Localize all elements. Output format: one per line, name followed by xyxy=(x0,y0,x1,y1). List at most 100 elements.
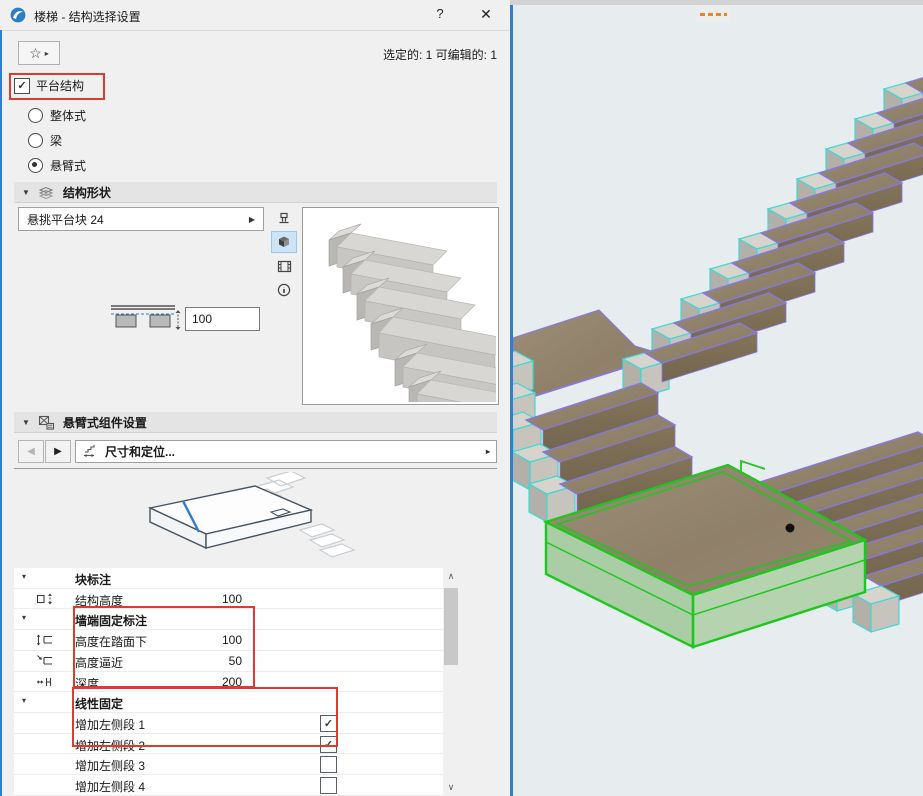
dialog-titlebar[interactable]: 楼梯 - 结构选择设置 ? ✕ xyxy=(0,0,510,31)
dialog-title: 楼梯 - 结构选择设置 xyxy=(34,8,141,25)
view-info-button[interactable] xyxy=(271,279,297,301)
flyout-arrow-icon: ▸ xyxy=(45,49,49,58)
height-approx-icon xyxy=(36,654,53,671)
stair-3d-scene xyxy=(513,5,923,796)
orange-dashes-icon xyxy=(700,13,727,16)
view-animation-button[interactable] xyxy=(271,255,297,277)
symbol-pin-icon xyxy=(277,211,291,225)
row-label: 线性固定 xyxy=(75,695,123,712)
expander-icon[interactable]: ▾ xyxy=(22,572,26,581)
panel-next-button[interactable]: ▶ xyxy=(45,440,71,463)
radio-label: 梁 xyxy=(50,132,62,149)
panel-selector-dropdown[interactable]: 尺寸和定位... ▸ xyxy=(75,440,497,463)
divider xyxy=(14,468,497,469)
archicad-logo-icon xyxy=(10,7,26,23)
landing-sketch xyxy=(95,472,375,566)
table-row[interactable]: ▾ 块标注 xyxy=(14,568,443,589)
platform-structure-label: 平台结构 xyxy=(36,77,84,94)
dropdown-arrow-icon: ▶ xyxy=(249,215,255,224)
platform-structure-row[interactable]: ✓ 平台结构 xyxy=(14,77,84,94)
row-label: 增加左侧段 2 xyxy=(75,737,145,754)
row-value[interactable]: 50 xyxy=(154,654,242,668)
selection-status: 选定的: 1 可编辑的: 1 xyxy=(383,46,497,63)
help-button[interactable]: ? xyxy=(428,6,452,24)
radio-label: 悬臂式 xyxy=(50,157,86,174)
expander-icon[interactable]: ▾ xyxy=(22,613,26,622)
row-label: 墙端固定标注 xyxy=(75,612,147,629)
table-row[interactable]: 结构高度 100 xyxy=(14,589,443,610)
structure-type-option[interactable]: 整体式 xyxy=(28,103,86,128)
stair-settings-dialog: 楼梯 - 结构选择设置 ? ✕ ☆ ▸ 选定的: 1 可编辑的: 1 ✓ 平台结… xyxy=(0,0,510,796)
structure-type-radiogroup: 整体式梁悬臂式 xyxy=(28,103,86,178)
panel-prev-button[interactable]: ◀ xyxy=(18,440,44,463)
structure-type-option[interactable]: 梁 xyxy=(28,128,86,153)
radio-button[interactable] xyxy=(28,108,43,123)
table-scrollbar[interactable]: ∧ ∨ xyxy=(443,568,459,796)
row-label: 深度 xyxy=(75,675,99,692)
radio-button[interactable] xyxy=(28,133,43,148)
panel-selector-arrow-icon: ▸ xyxy=(486,447,490,456)
scrollbar-thumb[interactable] xyxy=(444,588,458,665)
window-edge xyxy=(0,30,2,796)
row-label: 增加左侧段 4 xyxy=(75,778,145,795)
film-icon xyxy=(277,260,292,273)
radio-label: 整体式 xyxy=(50,107,86,124)
cube-3d-icon xyxy=(277,235,291,249)
table-row[interactable]: 高度在踏面下100 xyxy=(14,630,443,651)
radio-button[interactable] xyxy=(28,158,43,173)
app-root: { "window": { "title": "楼梯 - 结构选择设置", "h… xyxy=(0,0,923,796)
section-structure-shape[interactable]: ▼ 结构形状 xyxy=(14,182,497,203)
shape-stack-icon xyxy=(38,186,55,199)
collapse-icon: ▼ xyxy=(22,418,30,427)
collapse-icon: ▼ xyxy=(22,188,30,197)
preview-stair-image xyxy=(303,208,496,402)
hotspot-dot xyxy=(786,524,795,533)
view-3d-button[interactable] xyxy=(271,231,297,253)
table-row[interactable]: 增加左侧段 1 ✓ xyxy=(14,713,443,734)
table-row[interactable]: ▾ 墙端固定标注 xyxy=(14,609,443,630)
view-symbol-button[interactable] xyxy=(271,207,297,229)
height-under-tread-icon xyxy=(36,633,53,650)
table-row[interactable]: ▾ 线性固定 xyxy=(14,692,443,713)
table-row[interactable]: 增加左侧段 4 xyxy=(14,775,443,796)
row-label: 增加左侧段 1 xyxy=(75,716,145,733)
row-checkbox[interactable]: ✓ xyxy=(320,736,337,753)
section-cantilever[interactable]: ▼ 悬臂式组件设置 xyxy=(14,412,497,433)
panel-selector-label: 尺寸和定位... xyxy=(105,443,175,460)
viewport-3d[interactable] xyxy=(513,5,923,796)
expander-icon[interactable]: ▾ xyxy=(22,696,26,705)
row-label: 块标注 xyxy=(75,571,111,588)
component-settings-icon xyxy=(38,415,55,430)
geometry-panel-icon xyxy=(82,444,98,459)
close-button[interactable]: ✕ xyxy=(474,6,498,24)
row-value[interactable]: 100 xyxy=(154,592,242,606)
row-checkbox[interactable]: ✓ xyxy=(320,715,337,732)
row-checkbox[interactable] xyxy=(320,777,337,794)
structure-type-option[interactable]: 悬臂式 xyxy=(28,153,86,178)
row-label: 结构高度 xyxy=(75,592,123,609)
favorites-button[interactable]: ☆ ▸ xyxy=(18,41,60,65)
star-icon: ☆ xyxy=(29,46,42,60)
thickness-value: 100 xyxy=(192,312,212,326)
prev-arrow-icon: ◀ xyxy=(27,446,35,457)
scroll-down-icon[interactable]: ∨ xyxy=(443,779,459,796)
properties-table: ▾ 块标注结构高度 100 ▾ 墙端固定标注高度在踏面下100高度逼近50 深度 200 ▾ 线… xyxy=(14,568,443,796)
row-checkbox[interactable] xyxy=(320,756,337,773)
platform-structure-checkbox[interactable]: ✓ xyxy=(14,78,30,94)
table-row[interactable]: 增加左侧段 2 ✓ xyxy=(14,734,443,755)
info-icon xyxy=(277,283,291,297)
structure-preset-dropdown[interactable]: 悬挑平台块 24 ▶ xyxy=(18,207,264,231)
table-row[interactable]: 高度逼近50 xyxy=(14,651,443,672)
row-value[interactable]: 100 xyxy=(154,633,242,647)
next-arrow-icon: ▶ xyxy=(54,446,62,457)
table-row[interactable]: 增加左侧段 3 xyxy=(14,754,443,775)
table-row[interactable]: 深度 200 xyxy=(14,672,443,693)
row-value[interactable]: 200 xyxy=(154,675,242,689)
scroll-up-icon[interactable]: ∧ xyxy=(443,568,459,585)
thickness-input[interactable]: 100 xyxy=(185,307,260,331)
structure-height-icon xyxy=(36,592,53,609)
depth-icon xyxy=(36,675,53,692)
viewport-marker-tab[interactable] xyxy=(696,7,730,22)
row-label: 增加左侧段 3 xyxy=(75,757,145,774)
section-structure-shape-label: 结构形状 xyxy=(63,184,111,201)
